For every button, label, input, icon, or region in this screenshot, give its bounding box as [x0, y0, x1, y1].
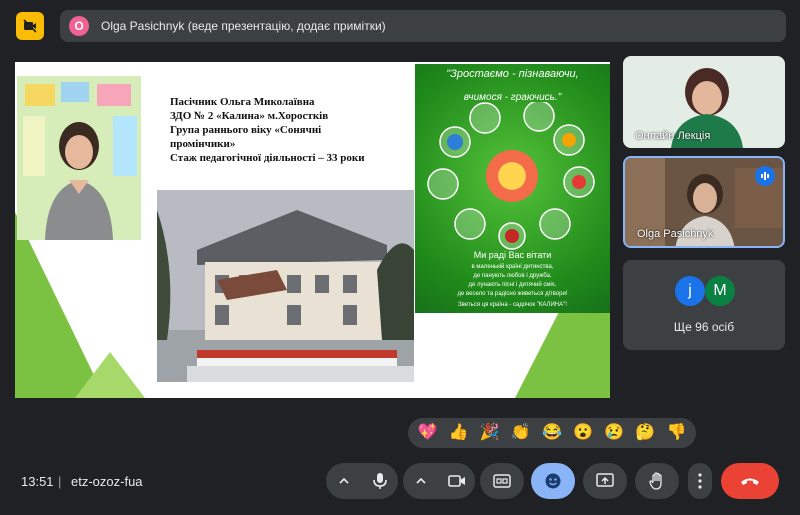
smiley-icon	[545, 473, 561, 489]
clapping-reaction[interactable]: 👏	[511, 425, 531, 441]
audio-level-icon	[761, 172, 769, 180]
more-options-button[interactable]	[688, 463, 712, 499]
participant-tile-active[interactable]: Olga Pasichnyk	[623, 156, 785, 248]
poster-line: де весело та радісно живеться дітвори!	[457, 291, 568, 297]
speaking-indicator	[755, 166, 775, 186]
presenter-status-text: Olga Pasichnyk (веде презентацію, додає …	[101, 19, 386, 33]
bio-line: Пасічник Ольга Миколаївна	[170, 96, 315, 108]
chevron-up-icon	[339, 477, 349, 484]
meeting-code[interactable]: etz-ozoz-fua	[71, 474, 143, 489]
presenter-avatar: O	[69, 16, 89, 36]
participant-tile[interactable]: Онлайн Лекція	[623, 56, 785, 148]
participant-name: Olga Pasichnyk	[637, 228, 714, 240]
more-participants-tile[interactable]: j M Ще 96 осіб	[623, 260, 785, 350]
hand-icon	[649, 472, 662, 490]
poster-line: в маленькій країні дитинства,	[471, 264, 554, 270]
clock: 13:51	[21, 474, 54, 489]
bio-line: Група раннього віку «Сонячні	[170, 124, 322, 136]
camera-off-indicator[interactable]	[16, 12, 44, 40]
poster-greeting: Ми раді Вас вітати	[473, 250, 552, 260]
camera-button[interactable]	[439, 463, 475, 499]
participant-name: Онлайн Лекція	[635, 130, 711, 142]
teacher-photo	[17, 76, 141, 240]
present-screen-button[interactable]	[583, 463, 627, 499]
teacher-bio: Пасічник Ольга Миколаївна ЗДО № 2 «Калин…	[170, 95, 410, 165]
more-vert-icon	[698, 473, 702, 489]
reactions-bar: 💖 👍 🎉 👏 😂 😮 😢 🤔 👎	[408, 418, 696, 448]
present-icon	[596, 473, 614, 487]
poster-line: де лунають пісні і дитячий сміх,	[468, 282, 557, 288]
video-options-button[interactable]	[403, 463, 439, 499]
audio-options-button[interactable]	[326, 463, 362, 499]
captions-icon	[493, 474, 511, 488]
presentation-slide: Пасічник Ольга Миколаївна ЗДО № 2 «Калин…	[15, 62, 610, 398]
kindergarten-building-photo	[157, 190, 414, 382]
camera-off-icon	[23, 19, 37, 33]
end-call-icon	[741, 478, 759, 485]
participant-avatar: M	[705, 276, 735, 306]
surprised-reaction[interactable]: 😮	[573, 425, 593, 441]
welcome-poster: "Зростаємо - пізнаваючи, вчимося - граюч…	[415, 64, 610, 313]
party-popper-reaction[interactable]: 🎉	[480, 425, 500, 441]
microphone-button[interactable]	[362, 463, 398, 499]
bio-line: ЗДО № 2 «Калина» м.Хоростків	[170, 110, 329, 122]
participant-avatar: j	[675, 276, 705, 306]
microphone-icon	[373, 473, 387, 489]
more-participants-label: Ще 96 осіб	[673, 320, 735, 334]
separator: |	[58, 474, 62, 489]
poster-line: Зветься ця країна - садочок "КАЛИНА"!	[458, 302, 567, 308]
bio-line: промінчики»	[170, 138, 236, 150]
chevron-up-icon	[416, 477, 426, 484]
poster-line: де панують любов і дружба,	[473, 273, 552, 279]
reactions-button[interactable]	[531, 463, 575, 499]
thumbs-up-reaction[interactable]: 👍	[449, 425, 469, 441]
presentation-banner: O Olga Pasichnyk (веде презентацію, дода…	[60, 10, 786, 42]
raise-hand-button[interactable]	[635, 463, 679, 499]
camera-icon	[448, 475, 465, 487]
captions-button[interactable]	[480, 463, 524, 499]
joy-reaction[interactable]: 😂	[542, 425, 562, 441]
poster-heading: "Зростаємо - пізнаваючи,	[446, 68, 579, 80]
sparkling-heart-reaction[interactable]: 💖	[418, 425, 438, 441]
thinking-reaction[interactable]: 🤔	[635, 425, 655, 441]
crying-reaction[interactable]: 😢	[604, 425, 624, 441]
leave-call-button[interactable]	[721, 463, 779, 499]
thumbs-down-reaction[interactable]: 👎	[666, 425, 686, 441]
poster-circles	[427, 102, 595, 250]
bio-line: Стаж педагогічної діяльності – 33 роки	[170, 152, 365, 164]
